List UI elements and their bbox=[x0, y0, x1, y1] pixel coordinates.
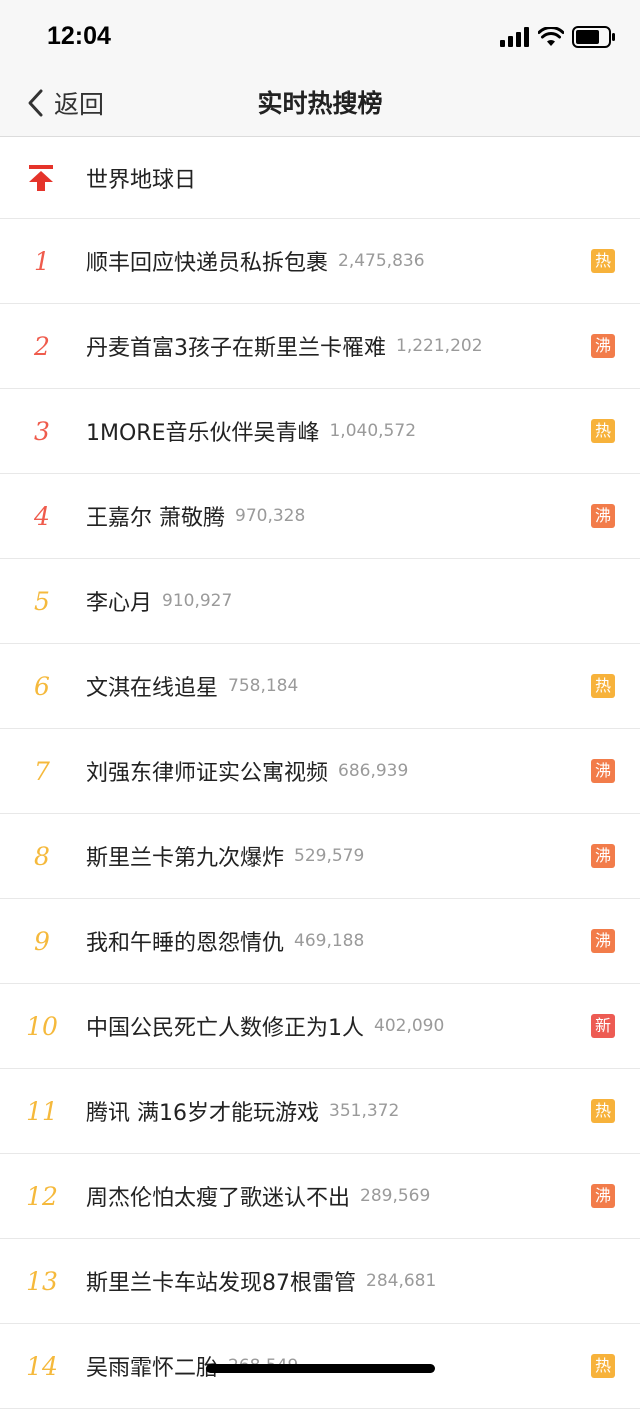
wifi-icon bbox=[538, 27, 564, 46]
rank-number: 11 bbox=[26, 1096, 58, 1126]
item-title: 周杰伦怕太瘦了歌迷认不出 bbox=[86, 1186, 351, 1211]
rank-number: 1 bbox=[34, 246, 50, 276]
list-item[interactable]: 5 李心月 910,927 bbox=[0, 559, 640, 644]
rank-number: 10 bbox=[26, 1011, 58, 1041]
search-count: 2,475,836 bbox=[338, 251, 425, 271]
rank-number: 12 bbox=[26, 1181, 58, 1211]
item-title: 我和午睡的恩怨情仇 bbox=[86, 931, 285, 956]
item-text: 1MORE音乐伙伴吴青峰 1,040,572 bbox=[86, 389, 416, 473]
search-count: 758,184 bbox=[228, 676, 299, 696]
item-title: 吴雨霏怀二胎 bbox=[86, 1356, 219, 1381]
rank-number: 4 bbox=[34, 501, 50, 531]
item-text: 中国公民死亡人数修正为1人 402,090 bbox=[86, 984, 444, 1068]
item-text: 我和午睡的恩怨情仇 469,188 bbox=[86, 899, 364, 983]
status-bar: 12:04 bbox=[0, 0, 640, 70]
item-text: 斯里兰卡车站发现87根雷管 284,681 bbox=[86, 1239, 436, 1323]
battery-icon bbox=[572, 26, 615, 48]
pinned-item[interactable]: 世界地球日 bbox=[0, 137, 640, 219]
list-item[interactable]: 4 王嘉尔 萧敬腾 970,328 沸 bbox=[0, 474, 640, 559]
list-item[interactable]: 12 周杰伦怕太瘦了歌迷认不出 289,569 沸 bbox=[0, 1154, 640, 1239]
list-item[interactable]: 6 文淇在线追星 758,184 热 bbox=[0, 644, 640, 729]
item-title: 王嘉尔 萧敬腾 bbox=[86, 506, 225, 531]
search-count: 289,569 bbox=[360, 1186, 431, 1206]
rank-number: 9 bbox=[34, 926, 50, 956]
status-icons bbox=[500, 26, 616, 48]
rank-number: 5 bbox=[34, 586, 50, 616]
status-badge: 沸 bbox=[591, 1184, 615, 1208]
rank-number: 3 bbox=[34, 416, 50, 446]
status-badge: 热 bbox=[591, 674, 615, 698]
status-badge: 新 bbox=[591, 1014, 615, 1038]
page-title: 实时热搜榜 bbox=[257, 89, 383, 118]
status-badge: 热 bbox=[591, 1354, 615, 1378]
item-text: 顺丰回应快递员私拆包裹 2,475,836 bbox=[86, 219, 425, 303]
rank-number: 2 bbox=[34, 331, 50, 361]
list-item[interactable]: 3 1MORE音乐伙伴吴青峰 1,040,572 热 bbox=[0, 389, 640, 474]
status-badge: 热 bbox=[591, 419, 615, 443]
search-count: 1,040,572 bbox=[329, 421, 417, 441]
status-time: 12:04 bbox=[47, 22, 111, 50]
list-item[interactable]: 7 刘强东律师证实公寓视频 686,939 沸 bbox=[0, 729, 640, 814]
status-badge: 沸 bbox=[591, 334, 615, 358]
status-badge: 热 bbox=[591, 249, 615, 273]
pinned-text: 世界地球日 bbox=[86, 137, 196, 218]
item-title: 斯里兰卡第九次爆炸 bbox=[86, 846, 285, 871]
list-item[interactable]: 8 斯里兰卡第九次爆炸 529,579 沸 bbox=[0, 814, 640, 899]
item-title: 斯里兰卡车站发现87根雷管 bbox=[86, 1271, 356, 1296]
search-count: 351,372 bbox=[329, 1101, 400, 1121]
item-text: 腾讯 满16岁才能玩游戏 351,372 bbox=[86, 1069, 399, 1153]
item-text: 王嘉尔 萧敬腾 970,328 bbox=[86, 474, 305, 558]
search-count: 402,090 bbox=[374, 1016, 445, 1036]
list-item[interactable]: 13 斯里兰卡车站发现87根雷管 284,681 bbox=[0, 1239, 640, 1324]
search-count: 529,579 bbox=[294, 846, 365, 866]
item-text: 斯里兰卡第九次爆炸 529,579 bbox=[86, 814, 364, 898]
rank-number: 13 bbox=[26, 1266, 58, 1296]
nav-bar: 返回 实时热搜榜 bbox=[0, 70, 640, 137]
item-title: 1MORE音乐伙伴吴青峰 bbox=[86, 421, 320, 446]
list-item[interactable]: 11 腾讯 满16岁才能玩游戏 351,372 热 bbox=[0, 1069, 640, 1154]
pin-to-top-icon bbox=[29, 165, 53, 191]
search-count: 910,927 bbox=[162, 591, 233, 611]
rank-number: 14 bbox=[26, 1351, 58, 1381]
search-count: 1,221,202 bbox=[396, 336, 483, 356]
item-title: 中国公民死亡人数修正为1人 bbox=[86, 1016, 364, 1041]
rank-number: 6 bbox=[34, 671, 50, 701]
item-title: 李心月 bbox=[86, 591, 153, 616]
item-title: 文淇在线追星 bbox=[86, 676, 219, 701]
search-count: 469,188 bbox=[294, 931, 365, 951]
item-text: 丹麦首富3孩子在斯里兰卡罹难 1,221,202 bbox=[86, 304, 483, 388]
home-indicator bbox=[206, 1364, 435, 1373]
item-text: 李心月 910,927 bbox=[86, 559, 232, 643]
search-count: 970,328 bbox=[235, 506, 306, 526]
status-badge: 沸 bbox=[591, 759, 615, 783]
item-title: 顺丰回应快递员私拆包裹 bbox=[86, 251, 329, 276]
list-item[interactable]: 1 顺丰回应快递员私拆包裹 2,475,836 热 bbox=[0, 219, 640, 304]
rank-number: 8 bbox=[34, 841, 50, 871]
status-badge: 沸 bbox=[591, 844, 615, 868]
pinned-title: 世界地球日 bbox=[86, 167, 197, 193]
status-badge: 沸 bbox=[591, 929, 615, 953]
status-badge: 热 bbox=[591, 1099, 615, 1123]
item-title: 刘强东律师证实公寓视频 bbox=[86, 761, 329, 786]
status-badge: 沸 bbox=[591, 504, 615, 528]
search-count: 686,939 bbox=[338, 761, 409, 781]
hot-search-list: 世界地球日 1 顺丰回应快递员私拆包裹 2,475,836 热 2 丹麦首富3孩子在斯里兰… bbox=[0, 137, 640, 1409]
item-title: 腾讯 满16岁才能玩游戏 bbox=[86, 1101, 319, 1126]
item-text: 刘强东律师证实公寓视频 686,939 bbox=[86, 729, 408, 813]
list-item[interactable]: 2 丹麦首富3孩子在斯里兰卡罹难 1,221,202 沸 bbox=[0, 304, 640, 389]
search-count: 284,681 bbox=[366, 1271, 437, 1291]
item-text: 周杰伦怕太瘦了歌迷认不出 289,569 bbox=[86, 1154, 430, 1238]
item-text: 文淇在线追星 758,184 bbox=[86, 644, 298, 728]
list-item[interactable]: 9 我和午睡的恩怨情仇 469,188 沸 bbox=[0, 899, 640, 984]
cellular-signal-icon bbox=[500, 27, 529, 47]
list-item[interactable]: 10 中国公民死亡人数修正为1人 402,090 新 bbox=[0, 984, 640, 1069]
item-title: 丹麦首富3孩子在斯里兰卡罹难 bbox=[86, 336, 386, 361]
rank-number: 7 bbox=[34, 756, 50, 786]
